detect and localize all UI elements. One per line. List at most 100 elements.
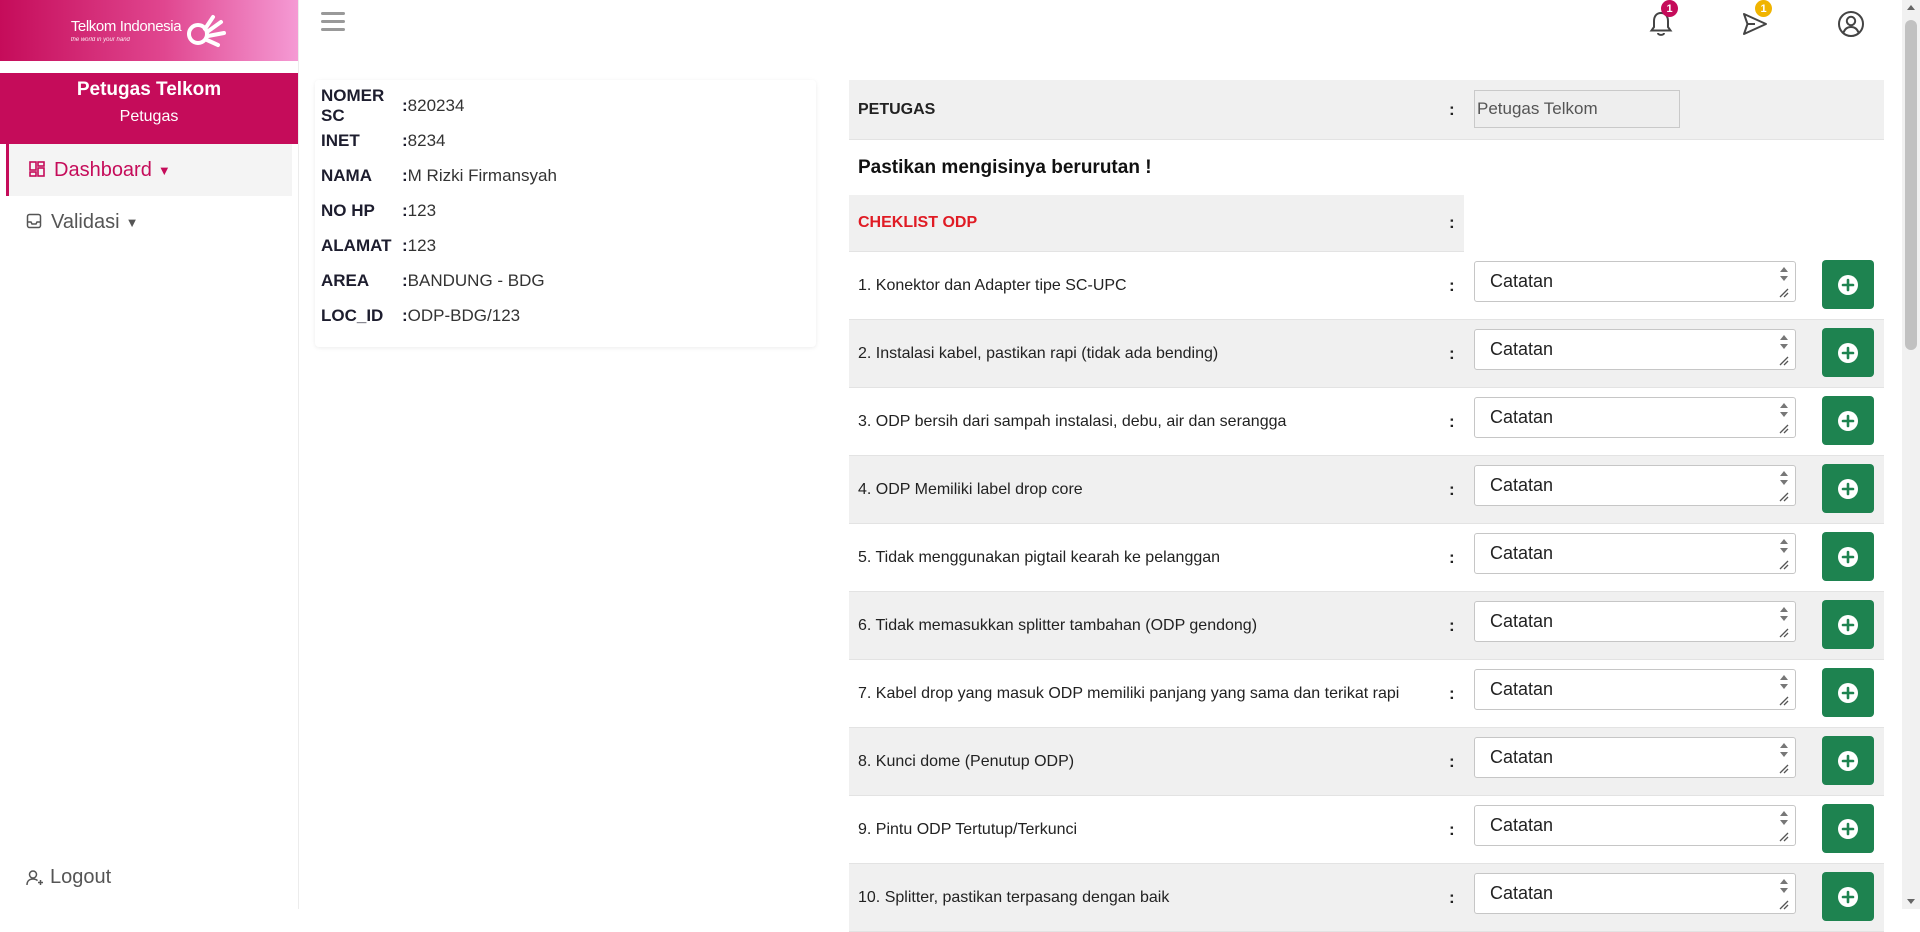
checklist-item-label: 1. Konektor dan Adapter tipe SC-UPC (858, 276, 1127, 294)
resize-grip-icon[interactable] (1778, 763, 1789, 774)
profile-button[interactable] (1837, 10, 1865, 38)
sidebar-item-validasi[interactable]: Validasi ▼ (6, 196, 292, 248)
colon: : (1449, 411, 1455, 431)
order-info-card: NOMER SC:820234 INET:8234 NAMA: M Rizki F… (315, 80, 816, 347)
note-field[interactable]: Catatan (1474, 533, 1796, 574)
info-label: LOC_ID (321, 305, 384, 325)
resize-grip-icon[interactable] (1778, 831, 1789, 842)
note-placeholder: Catatan (1490, 679, 1554, 699)
resize-grip-icon[interactable] (1778, 423, 1789, 434)
scroll-thumb[interactable] (1905, 20, 1917, 350)
add-note-button[interactable] (1822, 260, 1874, 309)
user-panel: Petugas Telkom Petugas (0, 73, 298, 144)
sidebar-item-dashboard[interactable]: Dashboard ▼ (6, 144, 292, 196)
plus-circle-icon (1838, 342, 1858, 363)
checklist-row: 2. Instalasi kabel, pastikan rapi (tidak… (849, 320, 1884, 388)
resize-grip-icon[interactable] (1778, 899, 1789, 910)
petugas-field[interactable]: Petugas Telkom (1474, 90, 1680, 128)
scroll-up-arrow[interactable] (1907, 5, 1915, 10)
note-field[interactable]: Catatan (1474, 669, 1796, 710)
spinner-arrows-icon[interactable] (1777, 876, 1791, 911)
info-row-nama: NAMA: M Rizki Firmansyah (315, 158, 816, 193)
menu-toggle-icon[interactable] (321, 12, 345, 34)
checklist-item-label: 3. ODP bersih dari sampah instalasi, deb… (858, 412, 1287, 430)
brand-name: Telkom Indonesia (70, 17, 182, 35)
sidebar-item-label: Validasi (51, 210, 120, 233)
note-field[interactable]: Catatan (1474, 329, 1796, 370)
checklist-row: 8. Kunci dome (Penutup ODP): Catatan (849, 728, 1884, 796)
note-field[interactable]: Catatan (1474, 873, 1796, 914)
note-field[interactable]: Catatan (1474, 465, 1796, 506)
sidebar: Telkom Indonesia the world in your hand … (0, 0, 299, 909)
info-row-loc-id: LOC_ID: ODP-BDG/123 (315, 298, 816, 333)
brand-header[interactable]: Telkom Indonesia the world in your hand (0, 0, 298, 61)
resize-grip-icon[interactable] (1778, 355, 1789, 366)
resize-grip-icon[interactable] (1778, 559, 1789, 570)
add-note-button[interactable] (1822, 668, 1874, 717)
note-field[interactable]: Catatan (1474, 261, 1796, 302)
info-label: ALAMAT (321, 235, 392, 255)
checklist-header: CHEKLIST ODP : (849, 195, 1464, 252)
spinner-arrows-icon[interactable] (1777, 740, 1791, 775)
spinner-arrows-icon[interactable] (1777, 332, 1791, 367)
note-placeholder: Catatan (1490, 815, 1554, 835)
spinner-arrows-icon[interactable] (1777, 400, 1791, 435)
checklist-item-label: 9. Pintu ODP Tertutup/Terkunci (858, 820, 1078, 838)
messages-button[interactable]: 1 (1741, 0, 1772, 38)
info-row-nomer-sc: NOMER SC:820234 (315, 85, 816, 125)
resize-grip-icon[interactable] (1778, 491, 1789, 502)
add-note-button[interactable] (1822, 532, 1874, 581)
note-field[interactable]: Catatan (1474, 397, 1796, 438)
info-label: NOMER SC (321, 85, 385, 125)
user-circle-icon (1838, 11, 1864, 37)
plus-circle-icon (1838, 818, 1858, 839)
note-placeholder: Catatan (1490, 747, 1554, 767)
resize-grip-icon[interactable] (1778, 287, 1789, 298)
info-value: 123 (407, 235, 437, 255)
colon: : (1449, 213, 1455, 232)
spinner-arrows-icon[interactable] (1777, 468, 1791, 503)
sidebar-item-label: Dashboard (54, 158, 152, 181)
checklist-row: 7. Kabel drop yang masuk ODP memiliki pa… (849, 660, 1884, 728)
note-placeholder: Catatan (1490, 271, 1554, 291)
note-placeholder: Catatan (1490, 611, 1554, 631)
info-value: ODP-BDG/123 (407, 305, 521, 325)
spinner-arrows-icon[interactable] (1777, 604, 1791, 639)
resize-grip-icon[interactable] (1778, 627, 1789, 638)
page-scrollbar[interactable] (1902, 0, 1920, 909)
notification-bell-button[interactable]: 1 (1647, 0, 1678, 38)
dashboard-icon (29, 161, 47, 179)
note-field[interactable]: Catatan (1474, 805, 1796, 846)
plus-circle-icon (1838, 750, 1858, 771)
checklist-item-label: 5. Tidak menggunakan pigtail kearah ke p… (858, 548, 1221, 566)
message-badge: 1 (1755, 0, 1772, 17)
add-note-button[interactable] (1822, 600, 1874, 649)
colon: : (1449, 479, 1455, 499)
note-field[interactable]: Catatan (1474, 737, 1796, 778)
caret-down-icon: ▼ (125, 214, 139, 230)
spinner-arrows-icon[interactable] (1777, 536, 1791, 571)
spinner-arrows-icon[interactable] (1777, 672, 1791, 707)
checklist-row: 5. Tidak menggunakan pigtail kearah ke p… (849, 524, 1884, 592)
info-value: 123 (407, 200, 437, 220)
add-note-button[interactable] (1822, 804, 1874, 853)
scroll-down-arrow[interactable] (1907, 899, 1915, 904)
checklist-row: 9. Pintu ODP Tertutup/Terkunci: Catatan (849, 796, 1884, 864)
brand-tagline: the world in your hand (70, 36, 130, 43)
resize-grip-icon[interactable] (1778, 695, 1789, 706)
checklist-row: 10. Splitter, pastikan terpasang dengan … (849, 864, 1884, 932)
info-row-no-hp: NO HP:123 (315, 193, 816, 228)
spinner-arrows-icon[interactable] (1777, 264, 1791, 299)
spinner-arrows-icon[interactable] (1777, 808, 1791, 843)
order-warning: Pastikan mengisinya berurutan ! (858, 156, 1152, 178)
colon: : (1449, 343, 1455, 363)
note-field[interactable]: Catatan (1474, 601, 1796, 642)
add-note-button[interactable] (1822, 464, 1874, 513)
add-note-button[interactable] (1822, 872, 1874, 921)
add-note-button[interactable] (1822, 396, 1874, 445)
checklist-form: PETUGAS : Petugas Telkom Pastikan mengis… (849, 80, 1884, 932)
add-note-button[interactable] (1822, 328, 1874, 377)
add-note-button[interactable] (1822, 736, 1874, 785)
checklist-items: 1. Konektor dan Adapter tipe SC-UPC: Cata… (849, 252, 1884, 932)
logout-link[interactable]: Logout (26, 866, 111, 889)
